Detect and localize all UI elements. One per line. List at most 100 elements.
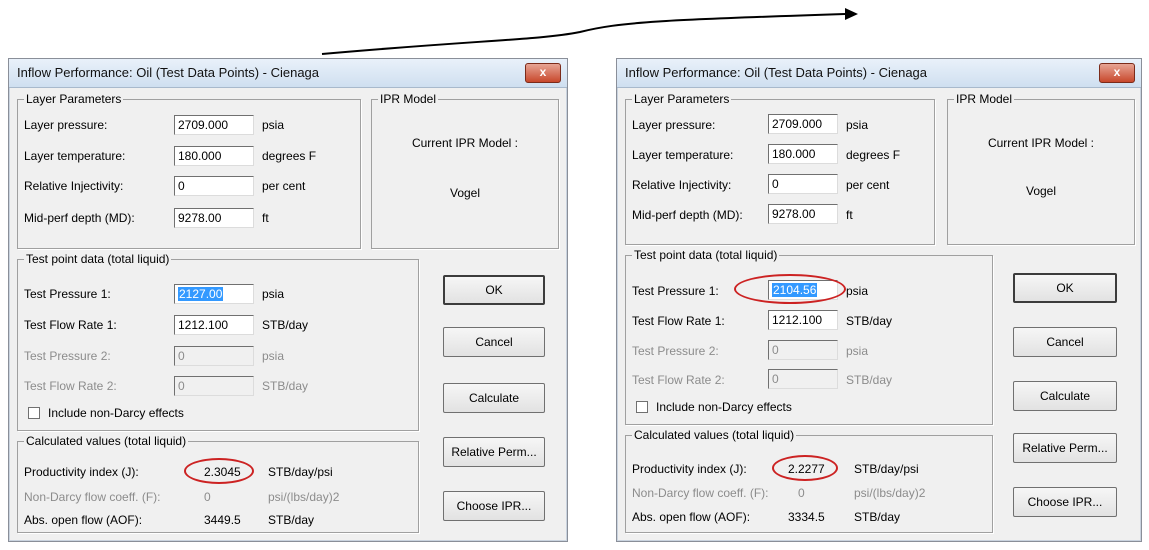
non-darcy-checkbox-label[interactable]: Include non-Darcy effects [656,400,792,414]
layer-temperature-input[interactable]: 180.000 [174,146,254,166]
group-label: Layer Parameters [24,92,124,106]
cancel-button[interactable]: Cancel [1013,327,1117,357]
test-pressure1-unit: psia [846,284,869,298]
test-flow2-unit: STB/day [846,373,893,387]
test-pressure2-input[interactable]: 0 [174,346,254,366]
window-title: Inflow Performance: Oil (Test Data Point… [17,65,320,80]
non-darcy-coeff-unit: psi/(lbs/day)2 [268,490,340,504]
group-label: IPR Model [378,92,439,106]
ok-button[interactable]: OK [443,275,545,305]
productivity-index-unit: STB/day/psi [854,462,919,476]
close-icon: x [539,65,547,79]
midperf-depth-label: Mid-perf depth (MD): [24,211,135,225]
ok-button[interactable]: OK [1013,273,1117,303]
calculate-button[interactable]: Calculate [443,383,545,413]
test-flow1-input[interactable]: 1212.100 [768,310,838,330]
choose-ipr-button[interactable]: Choose IPR... [1013,487,1117,517]
relative-perm-button[interactable]: Relative Perm... [1013,433,1117,463]
calculated-values-group: Calculated values (total liquid) Product… [625,428,993,533]
test-flow1-input[interactable]: 1212.100 [174,315,254,335]
aof-label: Abs. open flow (AOF): [632,510,751,524]
title-bar: Inflow Performance: Oil (Test Data Point… [617,59,1141,88]
group-label: IPR Model [954,92,1015,106]
midperf-depth-input[interactable]: 9278.00 [768,204,838,224]
midperf-depth-label: Mid-perf depth (MD): [632,208,743,222]
aof-unit: STB/day [268,513,315,527]
test-pressure2-input[interactable]: 0 [768,340,838,360]
layer-parameters-group: Layer Parameters Layer pressure: 2709.00… [17,92,361,249]
test-pressure1-label: Test Pressure 1: [632,284,719,298]
selected-text: 2127.00 [178,287,224,301]
ipr-model-group: IPR Model Current IPR Model : Vogel [947,92,1135,245]
highlight-oval [772,455,838,481]
test-flow2-label: Test Flow Rate 2: [632,373,725,387]
midperf-depth-unit: ft [846,208,853,222]
ipr-model-group: IPR Model Current IPR Model : Vogel [371,92,559,249]
layer-pressure-unit: psia [846,118,869,132]
non-darcy-checkbox-label[interactable]: Include non-Darcy effects [48,406,184,420]
non-darcy-coeff-unit: psi/(lbs/day)2 [854,486,926,500]
ipr-dialog-before: Inflow Performance: Oil (Test Data Point… [8,58,568,542]
layer-temperature-unit: degrees F [262,149,317,163]
test-flow2-input[interactable]: 0 [174,376,254,396]
layer-pressure-input[interactable]: 2709.000 [174,115,254,135]
test-flow2-label: Test Flow Rate 2: [24,379,117,393]
productivity-index-unit: STB/day/psi [268,465,333,479]
relative-injectivity-input[interactable]: 0 [174,176,254,196]
test-flow2-unit: STB/day [262,379,309,393]
ipr-dialog-after: Inflow Performance: Oil (Test Data Point… [616,58,1142,542]
current-ipr-value: Vogel [1025,184,1057,198]
test-pressure1-unit: psia [262,287,285,301]
relative-injectivity-unit: per cent [846,178,890,192]
test-point-group: Test point data (total liquid) Test Pres… [17,252,419,431]
test-flow1-unit: STB/day [846,314,893,328]
midperf-depth-input[interactable]: 9278.00 [174,208,254,228]
test-pressure2-unit: psia [846,344,869,358]
test-point-group: Test point data (total liquid) Test Pres… [625,248,993,425]
calculate-button[interactable]: Calculate [1013,381,1117,411]
group-label: Layer Parameters [632,92,732,106]
layer-pressure-unit: psia [262,118,285,132]
test-pressure2-label: Test Pressure 2: [632,344,719,358]
test-pressure1-input[interactable]: 2127.00 [174,284,254,304]
layer-temperature-label: Layer temperature: [24,149,126,163]
relative-injectivity-label: Relative Injectivity: [24,179,124,193]
test-flow2-input[interactable]: 0 [768,369,838,389]
test-flow1-label: Test Flow Rate 1: [24,318,117,332]
non-darcy-coeff-label: Non-Darcy flow coeff. (F): [632,486,769,500]
productivity-index-label: Productivity index (J): [632,462,747,476]
group-label: Calculated values (total liquid) [24,434,189,448]
layer-parameters-group: Layer Parameters Layer pressure: 2709.00… [625,92,935,245]
non-darcy-coeff-value: 0 [204,490,211,504]
close-button[interactable]: x [525,63,561,83]
non-darcy-checkbox[interactable] [636,401,648,413]
close-button[interactable]: x [1099,63,1135,83]
layer-pressure-input[interactable]: 2709.000 [768,114,838,134]
non-darcy-coeff-value: 0 [798,486,805,500]
relative-injectivity-unit: per cent [262,179,306,193]
relative-perm-button[interactable]: Relative Perm... [443,437,545,467]
test-pressure2-unit: psia [262,349,285,363]
group-label: Test point data (total liquid) [632,248,780,262]
title-bar: Inflow Performance: Oil (Test Data Point… [9,59,567,88]
aof-label: Abs. open flow (AOF): [24,513,143,527]
layer-pressure-label: Layer pressure: [24,118,108,132]
group-label: Test point data (total liquid) [24,252,172,266]
non-darcy-coeff-label: Non-Darcy flow coeff. (F): [24,490,161,504]
calculated-values-group: Calculated values (total liquid) Product… [17,434,419,533]
current-ipr-label: Current IPR Model : [411,136,519,150]
layer-temperature-input[interactable]: 180.000 [768,144,838,164]
non-darcy-checkbox[interactable] [28,407,40,419]
layer-temperature-label: Layer temperature: [632,148,734,162]
relative-injectivity-input[interactable]: 0 [768,174,838,194]
test-flow1-label: Test Flow Rate 1: [632,314,725,328]
close-icon: x [1113,65,1121,79]
highlight-oval [734,274,846,304]
relative-injectivity-label: Relative Injectivity: [632,178,732,192]
current-ipr-label: Current IPR Model : [987,136,1095,150]
choose-ipr-button[interactable]: Choose IPR... [443,491,545,521]
test-pressure2-label: Test Pressure 2: [24,349,111,363]
test-pressure1-label: Test Pressure 1: [24,287,111,301]
aof-value: 3449.5 [204,513,241,527]
cancel-button[interactable]: Cancel [443,327,545,357]
